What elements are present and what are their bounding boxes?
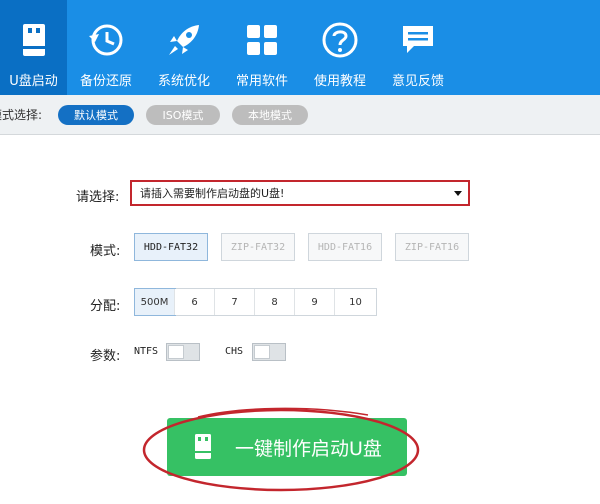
partition-label: 分配: <box>90 299 121 314</box>
size-option[interactable]: 9 <box>295 289 335 315</box>
usb-drive-icon <box>14 20 54 60</box>
format-zip-fat32[interactable]: ZIP-FAT32 <box>221 233 295 261</box>
apps-grid-icon <box>242 20 282 60</box>
nav-tutorial[interactable]: 使用教程 <box>301 0 379 95</box>
mode-select-label: 模式选择: <box>0 108 43 122</box>
feedback-chat-icon <box>398 20 438 60</box>
dropdown-arrow-icon <box>454 191 462 196</box>
nav-backup-restore[interactable]: 备份还原 <box>67 0 145 95</box>
size-option[interactable]: 7 <box>215 289 255 315</box>
size-option[interactable]: 8 <box>255 289 295 315</box>
usb-drive-select-value: 请插入需要制作启动盘的U盘! <box>140 187 285 200</box>
nav-system-optimize[interactable]: 系统优化 <box>145 0 223 95</box>
one-click-button-label: 一键制作启动U盘 <box>235 437 382 460</box>
nav-label: 常用软件 <box>235 74 288 89</box>
mode-local-pill[interactable]: 本地模式 <box>232 104 308 125</box>
nav-label: U盘启动 <box>9 74 58 89</box>
format-hdd-fat32[interactable]: HDD-FAT32 <box>134 233 208 261</box>
mode-default-pill[interactable]: 默认模式 <box>58 104 134 125</box>
size-option[interactable]: 6 <box>175 289 215 315</box>
nav-feedback[interactable]: 意见反馈 <box>379 0 457 95</box>
params-label: 参数: <box>90 349 121 364</box>
restore-clock-icon <box>86 20 126 60</box>
one-click-make-boot-usb-button[interactable]: 一键制作启动U盘 <box>167 418 407 476</box>
rocket-icon <box>164 20 204 60</box>
nav-label: 使用教程 <box>313 74 366 89</box>
usb-drive-icon <box>189 432 217 462</box>
main-toolbar: U盘启动 备份还原 系统优化 常用软件 使用教程 意见反馈 <box>0 0 600 95</box>
toggle-knob <box>254 345 270 359</box>
format-hdd-fat16[interactable]: HDD-FAT16 <box>308 233 382 261</box>
size-option[interactable]: 500M <box>134 288 176 316</box>
partition-size-group: 500M 6 7 8 9 10 <box>134 288 377 316</box>
format-label: 模式: <box>90 244 121 259</box>
select-label: 请选择: <box>76 190 120 205</box>
ntfs-toggle[interactable] <box>166 343 200 361</box>
usb-drive-select[interactable]: 请插入需要制作启动盘的U盘! <box>130 180 470 206</box>
nav-label: 意见反馈 <box>391 74 444 89</box>
nav-label: 备份还原 <box>79 74 132 89</box>
size-option[interactable]: 10 <box>335 289 376 315</box>
ntfs-label: NTFS <box>134 346 159 357</box>
format-zip-fat16[interactable]: ZIP-FAT16 <box>395 233 469 261</box>
mode-iso-pill[interactable]: ISO模式 <box>146 104 220 125</box>
help-question-icon <box>320 20 360 60</box>
chs-label: CHS <box>225 346 244 357</box>
mode-bar: 模式选择: 默认模式 ISO模式 本地模式 <box>0 95 600 135</box>
chs-toggle[interactable] <box>252 343 286 361</box>
nav-usb-boot[interactable]: U盘启动 <box>0 0 67 95</box>
toggle-knob <box>168 345 184 359</box>
nav-common-software[interactable]: 常用软件 <box>223 0 301 95</box>
nav-label: 系统优化 <box>157 74 210 89</box>
